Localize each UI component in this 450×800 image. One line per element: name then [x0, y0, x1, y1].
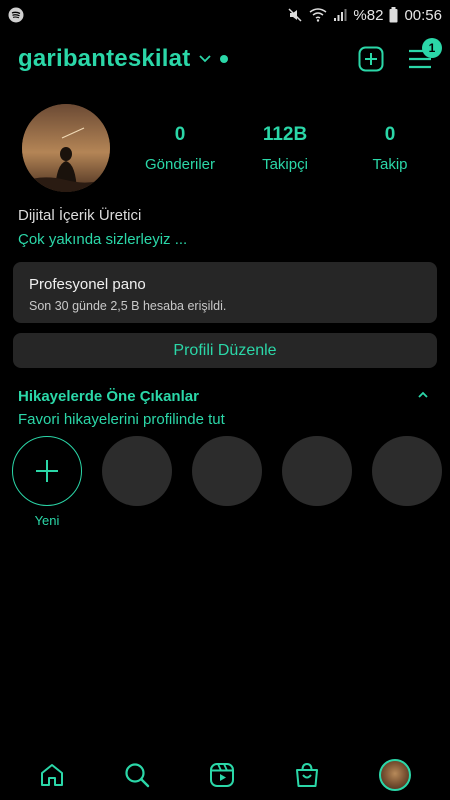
reels-icon[interactable]	[209, 762, 235, 788]
create-post-button[interactable]	[358, 46, 384, 72]
signal-icon	[333, 8, 347, 22]
dashboard-title: Profesyonel pano	[29, 276, 146, 293]
highlight-placeholder	[102, 436, 172, 506]
following-count: 0	[384, 124, 396, 145]
search-icon[interactable]	[124, 762, 150, 788]
posts-stat[interactable]: 0 Gönderiler	[130, 124, 230, 173]
bottom-navigation	[0, 750, 450, 800]
new-highlight-button[interactable]	[12, 436, 82, 506]
chevron-down-icon[interactable]	[198, 54, 212, 64]
posts-label: Gönderiler	[144, 156, 216, 173]
followers-count: 112B	[262, 124, 308, 145]
chevron-up-icon[interactable]	[416, 388, 430, 407]
professional-dashboard-card[interactable]: Profesyonel pano Son 30 günde 2,5 B hesa…	[13, 262, 437, 323]
wifi-icon	[309, 8, 327, 22]
status-bar: %82 00:56	[0, 0, 450, 30]
menu-button[interactable]: 1	[408, 38, 442, 70]
account-switcher[interactable]: garibanteskilat	[18, 45, 190, 73]
profile-tab-avatar[interactable]	[378, 759, 411, 791]
new-highlight-label: Yeni	[34, 513, 60, 528]
dashboard-subtitle: Son 30 günde 2,5 B hesaba erişildi.	[29, 299, 227, 313]
battery-percent: %82	[353, 6, 384, 24]
battery-icon	[389, 7, 398, 23]
plus-icon	[36, 460, 58, 482]
highlights-title: Hikayelerde Öne Çıkanlar	[18, 388, 199, 405]
highlight-placeholder	[372, 436, 442, 506]
online-status-dot	[220, 55, 229, 63]
highlight-placeholder	[282, 436, 352, 506]
edit-profile-button[interactable]: Profili Düzenle	[13, 333, 437, 368]
followers-stat[interactable]: 112B Takipçi	[235, 124, 335, 173]
clock: 00:56	[404, 6, 442, 24]
profile-header: garibanteskilat 1	[0, 36, 450, 82]
profile-stats: 0 Gönderiler 112B Takipçi 0 Takip	[130, 124, 440, 173]
profile-avatar[interactable]	[22, 104, 110, 192]
following-label: Takip	[372, 156, 408, 173]
followers-label: Takipçi	[262, 156, 308, 173]
highlights-subtitle: Favori hikayelerini profilinde tut	[18, 411, 225, 428]
highlight-placeholder	[192, 436, 262, 506]
notification-badge: 1	[422, 38, 442, 58]
home-icon[interactable]	[39, 762, 65, 788]
plus-square-icon	[358, 46, 384, 72]
shop-icon[interactable]	[294, 762, 320, 788]
posts-count: 0	[174, 124, 186, 145]
following-stat[interactable]: 0 Takip	[340, 124, 440, 173]
spotify-icon	[8, 7, 24, 23]
bio-text: Çok yakında sizlerleyiz ...	[18, 231, 188, 248]
bio-category: Dijital İçerik Üretici	[18, 207, 142, 224]
highlights-row: Yeni	[12, 436, 450, 536]
mute-icon	[287, 7, 303, 23]
